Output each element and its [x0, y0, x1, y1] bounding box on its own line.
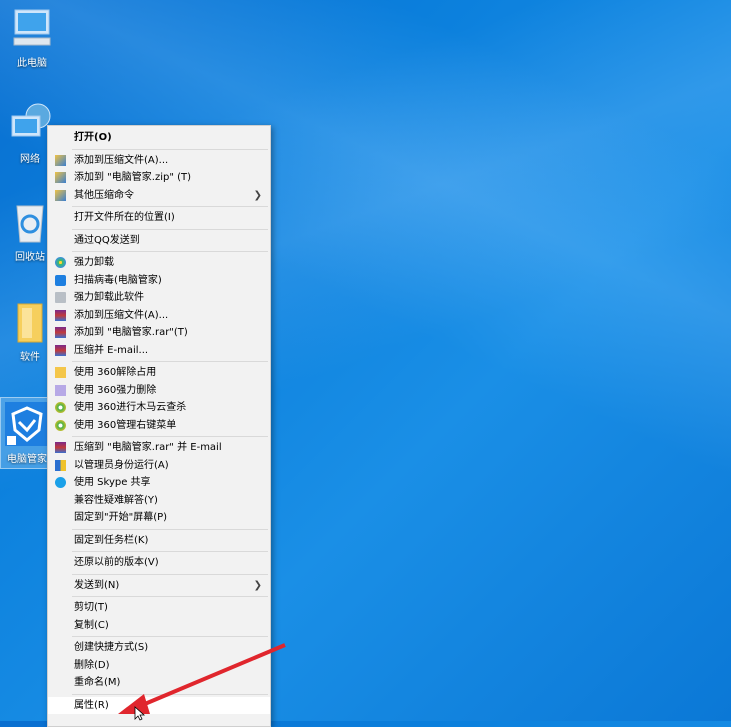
mouse-cursor-icon [134, 706, 146, 721]
annotation-arrow-icon [118, 643, 286, 714]
